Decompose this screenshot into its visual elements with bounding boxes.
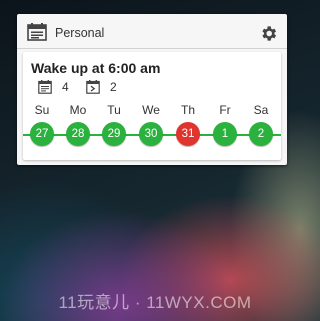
day-label-friday: Fr	[219, 103, 231, 117]
date-circle-saturday[interactable]: 2	[249, 122, 273, 146]
day-label-saturday: Sa	[253, 103, 269, 117]
stat-skipped: 2	[86, 80, 117, 94]
profile-title[interactable]: Personal	[55, 26, 104, 40]
watermark-text: 11玩意儿 · 11WYX.COM	[58, 293, 252, 312]
calendar-skip-icon	[86, 80, 100, 94]
stat-scheduled-value: 4	[62, 80, 69, 94]
stat-skipped-value: 2	[110, 80, 117, 94]
date-circle-thursday[interactable]: 31	[176, 122, 200, 146]
gear-icon[interactable]	[259, 24, 278, 43]
calendar-icon	[27, 23, 47, 41]
date-circle-wednesday[interactable]: 30	[139, 122, 163, 146]
date-circle-sunday[interactable]: 27	[30, 122, 54, 146]
day-label-sunday: Su	[34, 103, 50, 117]
alarm-title: Wake up at 6:00 am	[31, 60, 161, 76]
day-label-tuesday: Tu	[107, 103, 121, 117]
day-label-wednesday: We	[142, 103, 160, 117]
alarm-card[interactable]: Wake up at 6:00 am 4 2 Su Mo Tu We Th Fr…	[23, 52, 281, 160]
alarm-widget: Personal Wake up at 6:00 am 4 2 Su Mo Tu…	[17, 14, 287, 165]
date-circle-monday[interactable]: 28	[66, 122, 90, 146]
date-circle-tuesday[interactable]: 29	[102, 122, 126, 146]
day-label-thursday: Th	[180, 103, 195, 117]
calendar-list-icon	[38, 80, 52, 94]
day-label-monday: Mo	[69, 103, 87, 117]
stat-scheduled: 4	[38, 80, 69, 94]
date-circle-friday[interactable]: 1	[213, 122, 237, 146]
widget-header: Personal	[17, 14, 287, 49]
